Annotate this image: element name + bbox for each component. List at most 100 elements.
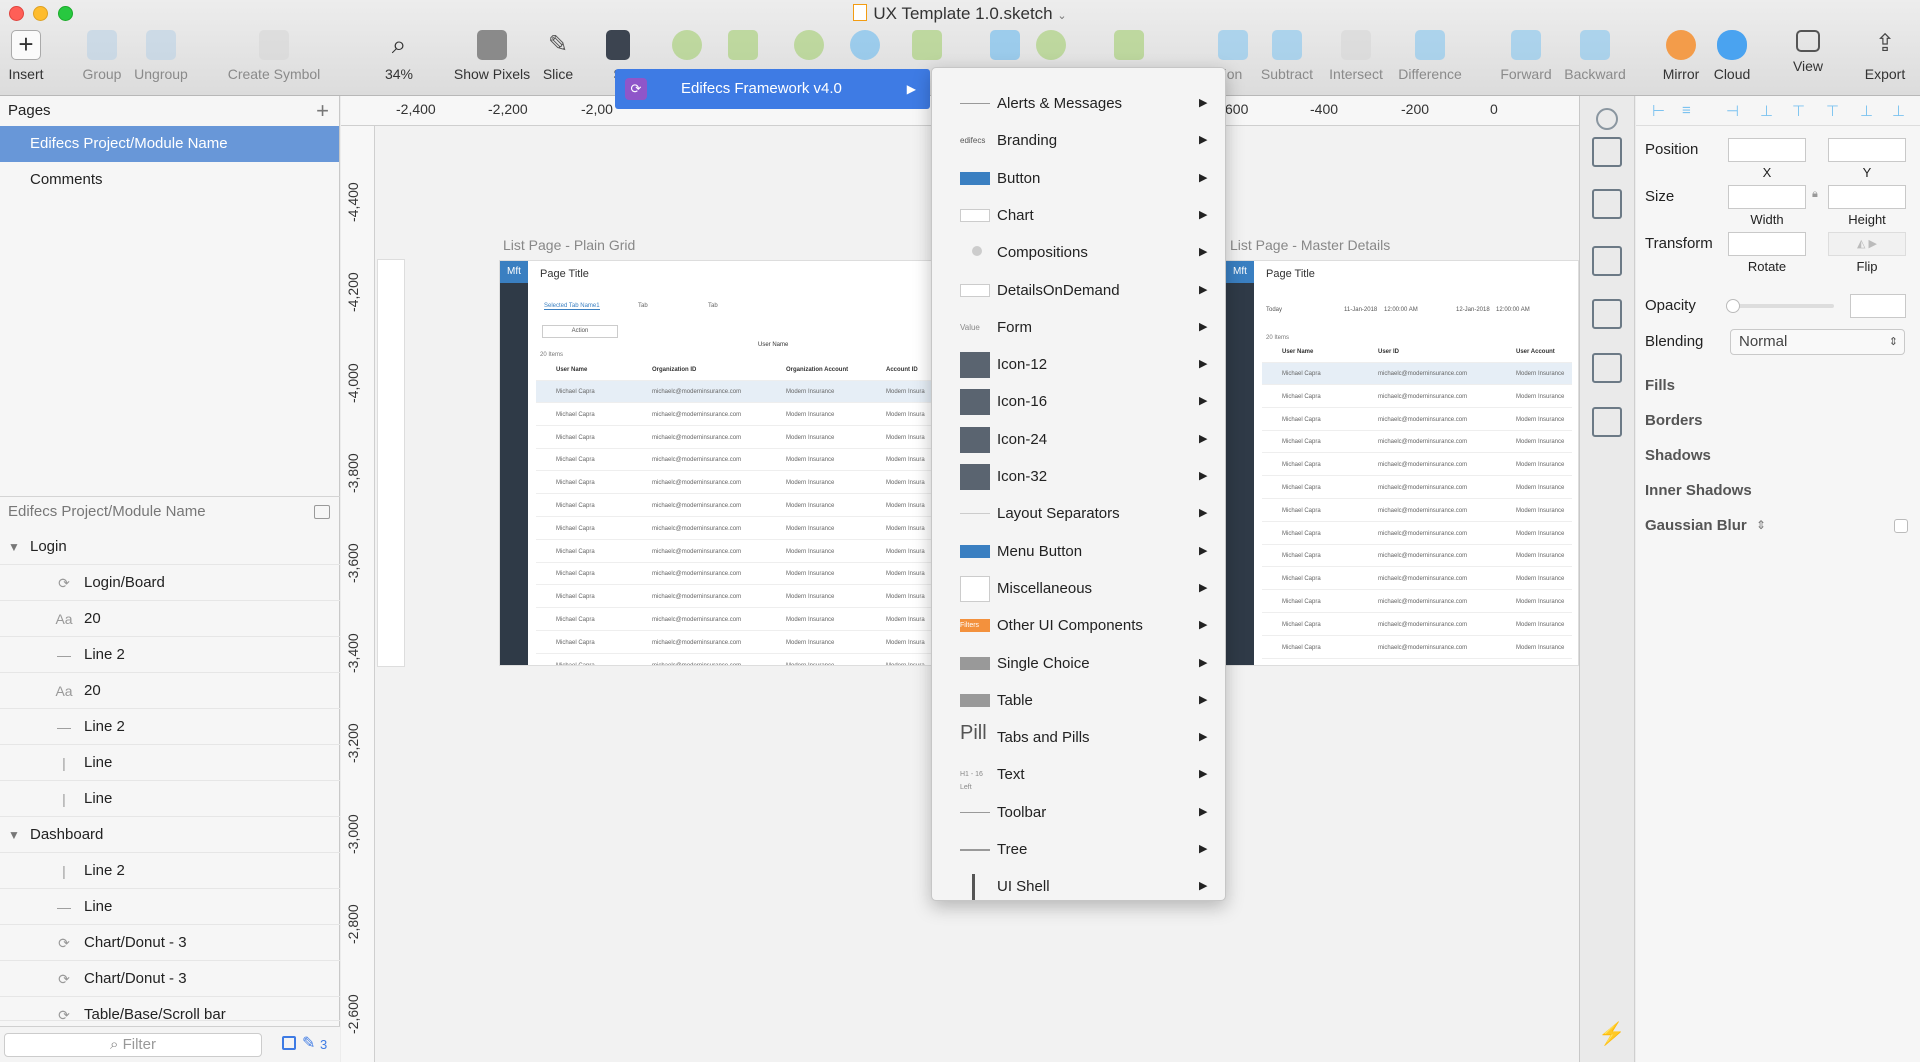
- oval-tool[interactable]: [672, 30, 702, 66]
- menu-item-layout-separators[interactable]: Layout Separators ▶: [932, 495, 1225, 532]
- gaussian-blur-checkbox[interactable]: [1894, 519, 1908, 533]
- upload-icon[interactable]: [1592, 137, 1622, 167]
- layer-row[interactable]: ⟳ Table/Base/Scroll bar: [0, 997, 340, 1021]
- layer-row[interactable]: ⟳ Chart/Donut - 3: [0, 925, 340, 961]
- menu-item-single-choice[interactable]: Single Choice ▶: [932, 645, 1225, 682]
- view-button[interactable]: View: [1788, 30, 1828, 74]
- forward-button[interactable]: Forward: [1496, 30, 1556, 82]
- edit-icon[interactable]: ✎: [302, 1033, 315, 1053]
- add-page-icon[interactable]: +: [316, 96, 329, 126]
- collapse-icon[interactable]: [314, 505, 330, 519]
- layer-row[interactable]: | Line 2: [0, 853, 340, 889]
- align-top-icon[interactable]: ⊤: [1826, 102, 1839, 120]
- layer-row[interactable]: — Line 2: [0, 637, 340, 673]
- menu-item-tabs-and-pills[interactable]: Pill Tabs and Pills ▶: [932, 719, 1225, 756]
- select-icon[interactable]: [1592, 299, 1622, 329]
- align-bottom-icon[interactable]: ⊥: [1860, 102, 1873, 120]
- layer-row[interactable]: | Line: [0, 781, 340, 817]
- shadows-section[interactable]: Shadows: [1645, 447, 1711, 464]
- layer-row[interactable]: Aa 20: [0, 673, 340, 709]
- position-x-input[interactable]: [1728, 138, 1806, 162]
- slice-button[interactable]: ✎ Slice: [540, 30, 576, 82]
- inner-shadows-section[interactable]: Inner Shadows: [1645, 482, 1752, 499]
- export-button[interactable]: ⇪ Export: [1862, 30, 1908, 82]
- menu-item-edifecs-framework[interactable]: ⟳ Edifecs Framework v4.0 ▶: [615, 69, 930, 109]
- height-input[interactable]: [1828, 185, 1906, 209]
- distribute-icon[interactable]: ≡: [1682, 102, 1691, 119]
- ungroup-button[interactable]: Ungroup: [130, 30, 192, 82]
- gaussian-blur-section[interactable]: Gaussian Blur: [1645, 517, 1747, 534]
- align-left-icon[interactable]: ⊢: [1652, 102, 1665, 120]
- menu-item-ui-shell[interactable]: UI Shell ▶: [932, 868, 1225, 905]
- style-icon[interactable]: [1596, 108, 1618, 130]
- menu-item-icon-24[interactable]: Icon-24 ▶: [932, 421, 1225, 458]
- disclosure-triangle-icon[interactable]: ▼: [8, 529, 20, 565]
- layer-row[interactable]: — Line: [0, 889, 340, 925]
- image-add-icon[interactable]: [1592, 407, 1622, 437]
- lock-icon[interactable]: 🔒︎: [1812, 188, 1818, 201]
- subtract-button[interactable]: Subtract: [1256, 30, 1318, 82]
- align-middle-icon[interactable]: ⊥: [1760, 102, 1773, 120]
- opacity-slider[interactable]: [1726, 299, 1834, 313]
- align-center-icon[interactable]: ⊣: [1726, 102, 1739, 120]
- layer-group-login[interactable]: ▼ Login: [0, 529, 340, 565]
- menu-item-button[interactable]: Button ▶: [932, 160, 1225, 197]
- intersect-button[interactable]: Intersect: [1324, 30, 1388, 82]
- artboard-title-plain-grid[interactable]: List Page - Plain Grid: [503, 237, 635, 253]
- mask-tool[interactable]: [1114, 30, 1144, 66]
- artboard-plain-grid[interactable]: Mft Page Title Selected Tab Name1 Tab Ta…: [499, 260, 969, 666]
- layer-group-dashboard[interactable]: ▼ Dashboard: [0, 817, 340, 853]
- menu-item-tree[interactable]: Tree ▶: [932, 831, 1225, 868]
- scale-tool[interactable]: [912, 30, 942, 66]
- artboard-title-master-details[interactable]: List Page - Master Details: [1230, 237, 1390, 253]
- menu-item-toolbar[interactable]: Toolbar ▶: [932, 794, 1225, 831]
- group-button[interactable]: Group: [78, 30, 126, 82]
- menu-item-menu-button[interactable]: Menu Button ▶: [932, 533, 1225, 570]
- menu-item-alerts-messages[interactable]: Alerts & Messages ▶: [932, 85, 1225, 122]
- menu-item-icon-16[interactable]: Icon-16 ▶: [932, 383, 1225, 420]
- show-pixels-button[interactable]: Show Pixels: [452, 30, 532, 82]
- disclosure-triangle-icon[interactable]: ▼: [8, 817, 20, 853]
- page-item-comments[interactable]: Comments: [0, 162, 339, 198]
- menu-item-miscellaneous[interactable]: Miscellaneous ▶: [932, 570, 1225, 607]
- menu-item-chart[interactable]: Chart ▶: [932, 197, 1225, 234]
- copy-icon[interactable]: [282, 1036, 296, 1050]
- backward-button[interactable]: Backward: [1560, 30, 1630, 82]
- layer-row[interactable]: | Line: [0, 745, 340, 781]
- menu-item-icon-12[interactable]: Icon-12 ▶: [932, 346, 1225, 383]
- menu-item-other-ui-components[interactable]: Filters Other UI Components ▶: [932, 607, 1225, 644]
- layer-row[interactable]: Aa 20: [0, 601, 340, 637]
- flatten-tool[interactable]: [990, 30, 1020, 66]
- cloud-button[interactable]: Cloud: [1710, 30, 1754, 82]
- borders-section[interactable]: Borders: [1645, 412, 1703, 429]
- difference-button[interactable]: Difference: [1394, 30, 1466, 82]
- width-input[interactable]: [1728, 185, 1806, 209]
- link-tool[interactable]: [850, 30, 880, 66]
- create-symbol-button[interactable]: Create Symbol: [222, 30, 326, 82]
- slider-knob[interactable]: [1726, 299, 1740, 313]
- lightning-icon[interactable]: ⚡: [1598, 1021, 1625, 1047]
- image-tool[interactable]: [728, 30, 758, 66]
- blur-stepper-icon[interactable]: ⇕: [1756, 518, 1766, 532]
- fills-section[interactable]: Fills: [1645, 377, 1675, 394]
- outline-tool[interactable]: [1036, 30, 1066, 66]
- mirror-button[interactable]: Mirror: [1658, 30, 1704, 82]
- menu-item-text[interactable]: H1 - 16 Left Text ▶: [932, 756, 1225, 793]
- flip-buttons[interactable]: ◭ ▶: [1828, 232, 1906, 256]
- opacity-input[interactable]: [1850, 294, 1906, 318]
- layer-row[interactable]: — Line 2: [0, 709, 340, 745]
- rotate-copies-tool[interactable]: [794, 30, 824, 66]
- insert-button[interactable]: + Insert: [6, 30, 46, 82]
- menu-item-branding[interactable]: edifecs Branding ▶: [932, 122, 1225, 159]
- list-icon[interactable]: [1592, 246, 1622, 276]
- edit-shape-icon[interactable]: [1592, 353, 1622, 383]
- menu-item-form[interactable]: Value Form ▶: [932, 309, 1225, 346]
- align-right-icon[interactable]: ⊤: [1792, 102, 1805, 120]
- align-baseline-icon[interactable]: ⊥: [1892, 102, 1905, 120]
- layer-row[interactable]: ⟳ Login/Board: [0, 565, 340, 601]
- rotate-input[interactable]: [1728, 232, 1806, 256]
- layer-row[interactable]: ⟳ Chart/Donut - 3: [0, 961, 340, 997]
- align-stack-icon[interactable]: [1592, 189, 1622, 219]
- offscreen-artboard[interactable]: [377, 259, 405, 667]
- blending-select[interactable]: Normal ⇕: [1730, 329, 1905, 355]
